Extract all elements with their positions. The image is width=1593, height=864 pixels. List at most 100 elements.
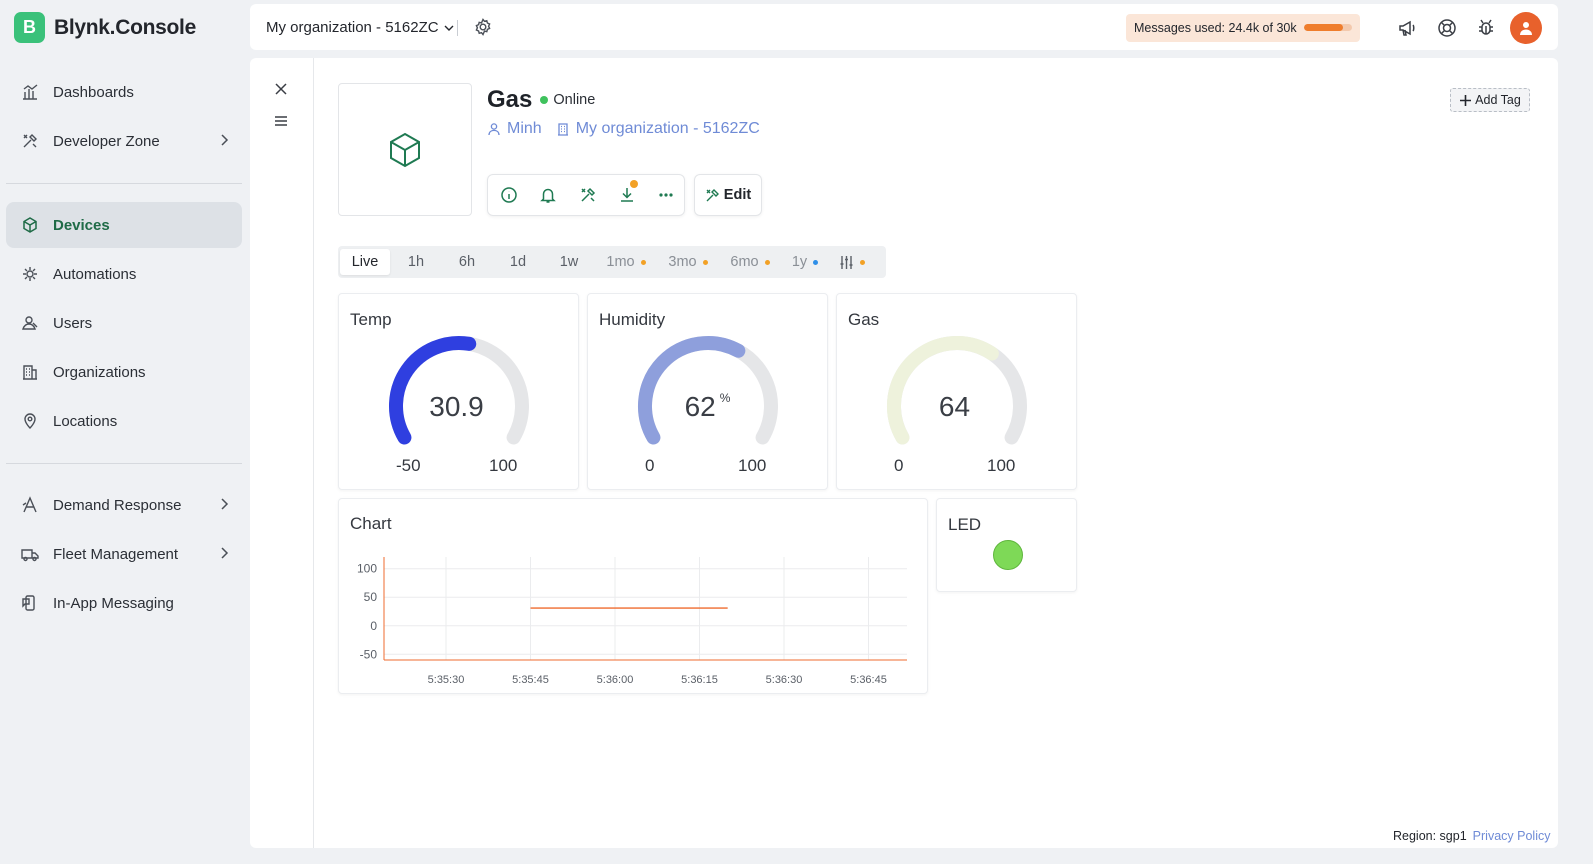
top-bar: My organization - 5162ZC Messages used: … bbox=[250, 4, 1558, 50]
device-meta: Minh My organization - 5162ZC bbox=[487, 120, 760, 138]
sidebar-item-users[interactable]: Users bbox=[6, 300, 242, 346]
led-indicator bbox=[993, 540, 1023, 570]
tools-icon[interactable] bbox=[579, 186, 597, 204]
sidebar-item-label: Locations bbox=[53, 412, 118, 430]
y-tick-label: 50 bbox=[364, 590, 378, 604]
sidebar-item-devices[interactable]: Devices bbox=[6, 202, 242, 248]
messaging-icon bbox=[20, 593, 40, 613]
cube-icon bbox=[390, 132, 420, 167]
y-tick-label: 0 bbox=[370, 619, 377, 633]
tab-label: 1h bbox=[407, 254, 425, 270]
tab-1w[interactable]: 1w bbox=[546, 249, 592, 275]
tools-icon bbox=[20, 131, 40, 151]
tab-1d[interactable]: 1d bbox=[495, 249, 541, 275]
building-icon bbox=[557, 123, 568, 136]
more-horizontal-icon[interactable] bbox=[657, 186, 675, 204]
sidebar-item-demand-response[interactable]: Demand Response bbox=[6, 482, 242, 528]
panel-side-controls bbox=[250, 58, 314, 848]
gauge-value-number: 62 bbox=[684, 391, 716, 422]
device-header: Gas Online bbox=[487, 86, 595, 114]
privacy-policy-link[interactable]: Privacy Policy bbox=[1473, 829, 1551, 843]
chevron-right-icon bbox=[221, 547, 229, 559]
tab-1y[interactable]: 1y bbox=[784, 249, 826, 275]
user-avatar[interactable] bbox=[1510, 12, 1542, 44]
led-title: LED bbox=[948, 515, 982, 534]
tab-3mo[interactable]: 3mo bbox=[660, 249, 716, 275]
sidebar-item-developer-zone[interactable]: Developer Zone bbox=[6, 118, 242, 164]
add-tag-button[interactable]: Add Tag bbox=[1450, 88, 1530, 112]
tab-custom-range[interactable] bbox=[832, 249, 872, 275]
sidebar-item-fleet-management[interactable]: Fleet Management bbox=[6, 531, 242, 577]
bug-icon[interactable] bbox=[1475, 17, 1497, 39]
x-tick-label: 5:36:15 bbox=[681, 674, 718, 686]
device-image[interactable] bbox=[338, 83, 472, 216]
x-tick-label: 5:36:45 bbox=[850, 674, 887, 686]
sidebar-divider bbox=[6, 463, 242, 464]
sidebar-item-dashboards[interactable]: Dashboards bbox=[6, 69, 242, 115]
menu-icon[interactable] bbox=[272, 112, 290, 130]
x-tick-label: 5:36:30 bbox=[766, 674, 803, 686]
info-icon[interactable] bbox=[500, 186, 518, 204]
tab-label: 1d bbox=[509, 254, 527, 270]
x-tick-label: 5:36:00 bbox=[597, 674, 634, 686]
led-card[interactable]: LED bbox=[936, 498, 1077, 592]
gauge-max: 100 bbox=[738, 456, 767, 475]
sidebar: B Blynk.Console Dashboards Developer Zon… bbox=[0, 0, 250, 864]
tab-1mo[interactable]: 1mo bbox=[598, 249, 654, 275]
x-tick-label: 5:35:45 bbox=[512, 674, 549, 686]
gauge-card-temp[interactable]: Temp 30.9 -50 100 bbox=[338, 293, 579, 490]
sidebar-item-label: Fleet Management bbox=[53, 545, 179, 563]
tab-label: 3mo bbox=[668, 254, 697, 270]
tab-6h[interactable]: 6h bbox=[444, 249, 490, 275]
premium-dot bbox=[813, 259, 819, 265]
edit-button-label: Edit bbox=[723, 187, 752, 203]
device-name: Gas bbox=[487, 86, 533, 113]
device-status: Online bbox=[540, 92, 595, 108]
brand[interactable]: B Blynk.Console bbox=[14, 12, 196, 43]
sidebar-item-label: Demand Response bbox=[53, 496, 182, 514]
sidebar-item-organizations[interactable]: Organizations bbox=[6, 349, 242, 395]
chevron-right-icon bbox=[221, 134, 229, 146]
gauge-min: 0 bbox=[645, 456, 655, 475]
user-icon bbox=[488, 123, 500, 136]
dashboard-icon bbox=[20, 82, 40, 102]
tab-live[interactable]: Live bbox=[340, 249, 390, 275]
gauge-card-gas[interactable]: Gas 64 0 100 bbox=[836, 293, 1077, 490]
gear-icon[interactable] bbox=[473, 17, 493, 37]
brand-name: Blynk.Console bbox=[54, 15, 196, 39]
gauge-min: -50 bbox=[396, 456, 421, 475]
sidebar-item-locations[interactable]: Locations bbox=[6, 398, 242, 444]
edit-button[interactable]: Edit bbox=[694, 174, 762, 216]
status-dot bbox=[540, 96, 549, 104]
sidebar-item-automations[interactable]: Automations bbox=[6, 251, 242, 297]
gauge-max: 100 bbox=[987, 456, 1016, 475]
help-lifebuoy-icon[interactable] bbox=[1436, 17, 1458, 39]
device-owner-name: Minh bbox=[507, 120, 542, 137]
building-icon bbox=[20, 362, 40, 382]
megaphone-icon[interactable] bbox=[1397, 17, 1419, 39]
gauge-value: 62% bbox=[588, 391, 827, 423]
tab-label: 6h bbox=[458, 254, 476, 270]
device-owner[interactable]: Minh bbox=[487, 120, 542, 138]
organization-selector[interactable]: My organization - 5162ZC bbox=[266, 19, 455, 36]
gauge-card-humidity[interactable]: Humidity 62% 0 100 bbox=[587, 293, 828, 490]
premium-dot bbox=[764, 259, 770, 265]
edit-dashboard-icon bbox=[706, 188, 719, 201]
download-icon[interactable] bbox=[618, 186, 636, 204]
gauge-value-number: 64 bbox=[938, 391, 971, 422]
premium-dot bbox=[702, 259, 708, 265]
tab-6mo[interactable]: 6mo bbox=[722, 249, 778, 275]
sidebar-item-in-app-messaging[interactable]: In-App Messaging bbox=[6, 580, 242, 626]
close-icon[interactable] bbox=[272, 80, 290, 98]
sidebar-item-label: Automations bbox=[53, 265, 137, 283]
bell-icon[interactable] bbox=[539, 186, 557, 204]
chart-card[interactable]: Chart 100 50 0 -50 5:35:30 5:35:45 5:36:00 5:36… bbox=[338, 498, 928, 694]
demand-response-icon bbox=[20, 495, 40, 515]
region-label: Region: sgp1 bbox=[1393, 829, 1467, 843]
tab-1h[interactable]: 1h bbox=[393, 249, 439, 275]
gauge-min: 0 bbox=[894, 456, 904, 475]
device-panel: Gas Online Minh My organization - 5162ZC… bbox=[250, 58, 1558, 848]
device-organization[interactable]: My organization - 5162ZC bbox=[556, 120, 760, 138]
footer: Region: sgp1 Privacy Policy bbox=[1393, 829, 1550, 843]
messages-usage[interactable]: Messages used: 24.4k of 30k bbox=[1126, 14, 1360, 42]
